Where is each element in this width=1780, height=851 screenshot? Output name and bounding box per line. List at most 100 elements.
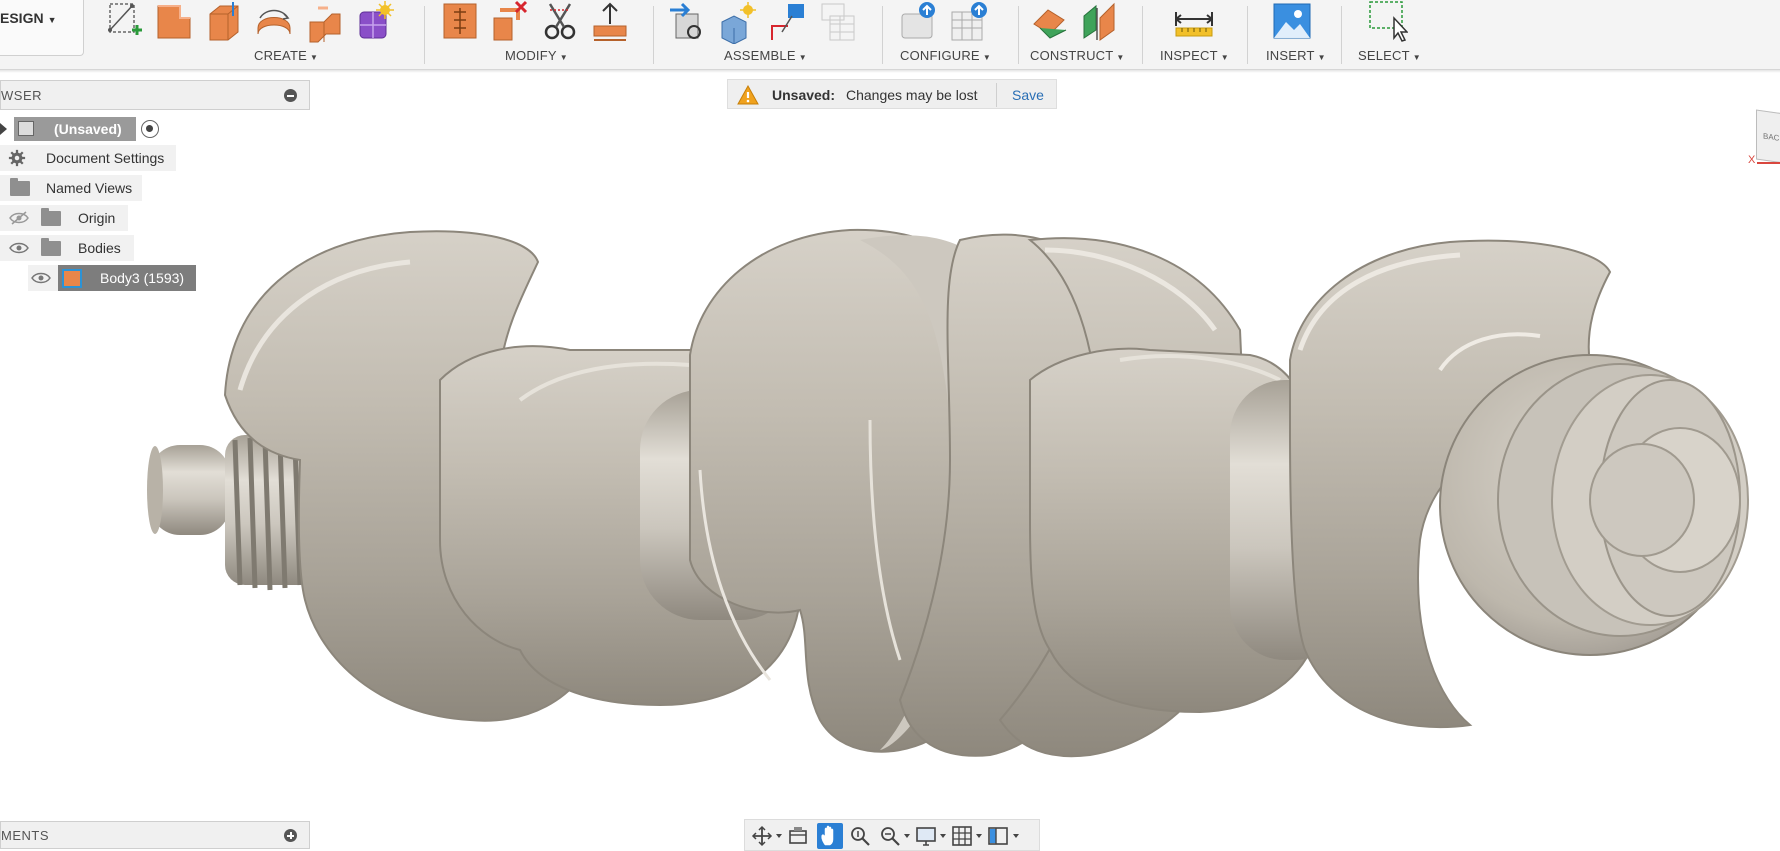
root-node-label: (Unsaved) — [54, 121, 122, 137]
folder-icon — [41, 208, 61, 226]
browser-item-named-views[interactable]: Named Views — [0, 175, 142, 201]
main-toolbar: ESIGN ▼ CREATE ▼ MODIFY ▼ ASSEMBLE ▼ CON… — [0, 0, 1780, 73]
viewcube[interactable]: BACK X — [1748, 109, 1780, 168]
modify-menu-label[interactable]: MODIFY ▼ — [436, 48, 646, 63]
browser-item-document-settings[interactable]: Document Settings — [0, 145, 176, 171]
save-link[interactable]: Save — [1012, 87, 1044, 103]
app-window: ESIGN ▼ CREATE ▼ MODIFY ▼ ASSEMBLE ▼ CON… — [0, 0, 1780, 851]
eye-icon[interactable] — [9, 241, 29, 255]
assemble-label: ASSEMBLE — [724, 48, 796, 63]
activate-radio-button[interactable] — [141, 120, 159, 138]
insert-label: INSERT — [1266, 48, 1315, 63]
inspect-menu-label[interactable]: INSPECT ▼ — [1152, 48, 1244, 63]
plane-at-angle-icon[interactable] — [1080, 0, 1120, 44]
browser-panel-header[interactable]: WSER — [0, 80, 310, 110]
orbit-icon[interactable] — [751, 825, 773, 847]
fit-zoom-icon[interactable] — [879, 825, 901, 847]
chevron-down-icon[interactable] — [1013, 834, 1019, 838]
create-menu-label[interactable]: CREATE ▼ — [98, 48, 408, 63]
insert-menu-label[interactable]: INSERT ▼ — [1258, 48, 1338, 63]
browser-title: WSER — [1, 88, 42, 103]
measure-icon[interactable] — [1174, 0, 1214, 44]
joint-icon[interactable] — [718, 0, 758, 44]
create-sketch-icon[interactable] — [104, 0, 144, 44]
sweep-icon[interactable] — [304, 0, 344, 44]
configure-icons — [900, 0, 990, 44]
pan-hand-icon[interactable] — [817, 823, 843, 849]
add-comment-icon[interactable] — [284, 829, 297, 842]
inspect-icons — [1174, 0, 1214, 44]
viewcube-face-label: BACK — [1763, 131, 1780, 144]
configuration-table-icon[interactable] — [950, 0, 990, 44]
modify-group: MODIFY ▼ — [436, 0, 646, 70]
browser-item-origin[interactable]: Origin — [0, 205, 128, 231]
browser-item-bodies[interactable]: Bodies — [0, 235, 134, 261]
split-body-icon[interactable] — [540, 0, 580, 44]
modify-label: MODIFY — [505, 48, 557, 63]
new-component-icon[interactable] — [668, 0, 708, 44]
comments-title: MENTS — [1, 828, 49, 843]
eye-hidden-icon[interactable] — [9, 211, 29, 225]
workspace-label: ESIGN — [0, 10, 44, 26]
chevron-down-icon: ▼ — [982, 53, 991, 62]
toolbar-divider — [882, 6, 883, 64]
inspect-label: INSPECT — [1160, 48, 1218, 63]
chevron-down-icon: ▼ — [1116, 53, 1125, 62]
create-icons — [104, 0, 394, 44]
collapse-panel-icon[interactable] — [284, 89, 297, 102]
delete-icon[interactable] — [490, 0, 530, 44]
configure-design-icon[interactable] — [900, 0, 940, 44]
zoom-icon[interactable] — [849, 825, 871, 847]
insert-icons — [1272, 0, 1312, 44]
chevron-down-icon: ▼ — [1412, 53, 1421, 62]
assemble-group: ASSEMBLE ▼ — [664, 0, 874, 70]
insert-image-icon[interactable] — [1272, 0, 1312, 44]
press-pull-icon[interactable] — [440, 0, 480, 44]
construct-icons — [1030, 0, 1120, 44]
unsaved-banner: Unsaved: Changes may be lost Save — [727, 79, 1057, 109]
x-axis-line — [1757, 162, 1780, 164]
select-icons — [1368, 0, 1408, 44]
construct-menu-label[interactable]: CONSTRUCT ▼ — [1028, 48, 1138, 63]
revolve-icon[interactable] — [254, 0, 294, 44]
expand-arrow-icon[interactable] — [0, 123, 7, 135]
document-icon — [18, 121, 34, 136]
crankshaft-model[interactable] — [0, 0, 1780, 851]
chevron-down-icon: ▼ — [1220, 53, 1229, 62]
create-form-icon[interactable] — [354, 0, 394, 44]
browser-root-node[interactable]: (Unsaved) — [0, 116, 168, 142]
construct-label: CONSTRUCT — [1030, 48, 1114, 63]
as-built-joint-icon[interactable] — [768, 0, 808, 44]
create-box-icon[interactable] — [154, 0, 194, 44]
chevron-down-icon[interactable] — [976, 834, 982, 838]
viewcube-face[interactable]: BACK — [1756, 109, 1780, 165]
workspace-switcher-button[interactable]: ESIGN ▼ — [0, 0, 84, 56]
configure-menu-label[interactable]: CONFIGURE ▼ — [894, 48, 1014, 63]
window-select-icon[interactable] — [1368, 0, 1408, 44]
move-copy-icon[interactable] — [590, 0, 630, 44]
offset-plane-icon[interactable] — [1030, 0, 1070, 44]
extrude-icon[interactable] — [204, 0, 244, 44]
construct-group: CONSTRUCT ▼ — [1028, 0, 1138, 70]
look-at-icon[interactable] — [787, 825, 809, 847]
chevron-down-icon[interactable] — [904, 834, 910, 838]
select-menu-label[interactable]: SELECT ▼ — [1350, 48, 1440, 63]
viewports-icon[interactable] — [987, 825, 1009, 847]
toolbar-divider — [424, 6, 425, 64]
eye-icon[interactable] — [31, 271, 51, 285]
bill-of-materials-icon[interactable] — [818, 0, 858, 44]
toolbar-divider — [1018, 6, 1019, 64]
chevron-down-icon[interactable] — [940, 834, 946, 838]
display-settings-icon[interactable] — [915, 825, 937, 847]
comments-panel-header[interactable]: MENTS — [0, 821, 310, 849]
assemble-menu-label[interactable]: ASSEMBLE ▼ — [664, 48, 874, 63]
named-views-label: Named Views — [46, 180, 133, 196]
modify-icons — [440, 0, 630, 44]
browser-item-body3[interactable]: Body3 (1593) — [28, 265, 196, 291]
document-settings-label: Document Settings — [46, 150, 165, 166]
grid-snaps-icon[interactable] — [951, 825, 973, 847]
toolbar-divider — [1142, 6, 1143, 64]
toolbar-divider — [1341, 6, 1342, 64]
x-axis-label: X — [1748, 154, 1756, 166]
chevron-down-icon[interactable] — [776, 834, 782, 838]
